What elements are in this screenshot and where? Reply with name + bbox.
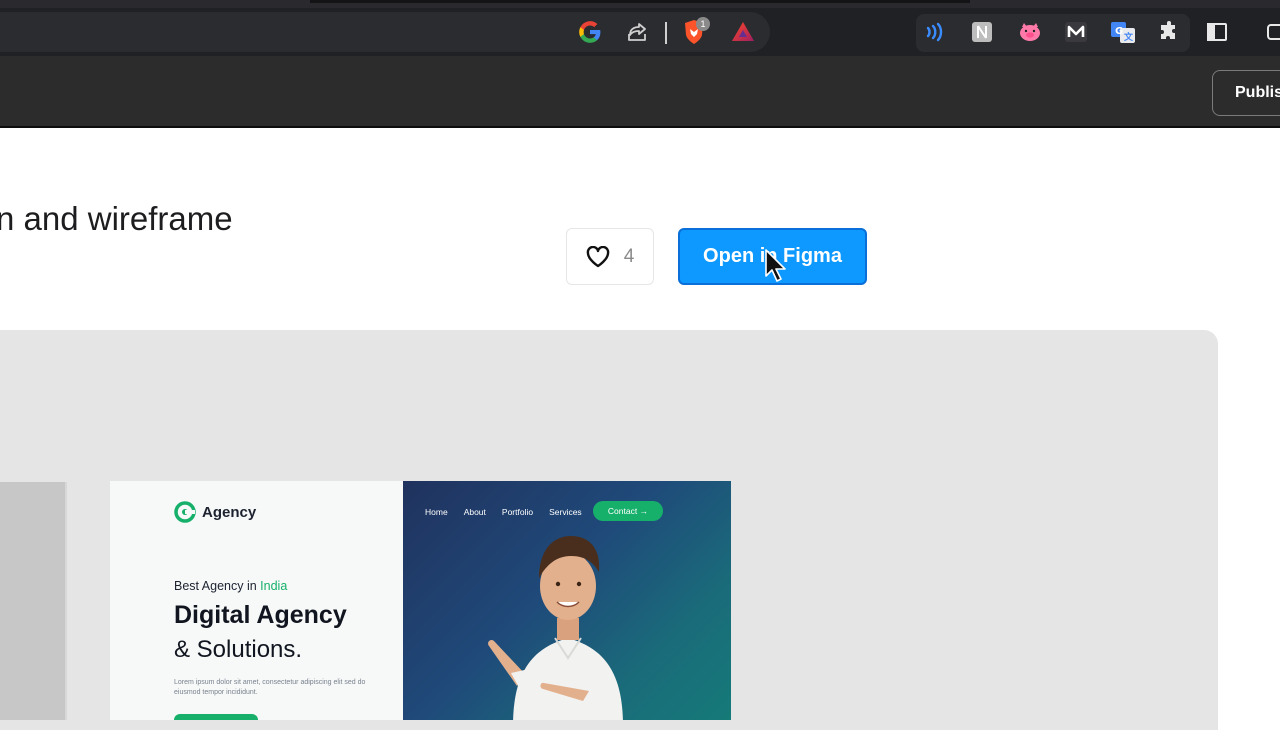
thumbnail-right-panel: Home About Portfolio Services Contact → <box>403 481 731 720</box>
mouse-cursor-icon <box>765 249 786 282</box>
brave-shields-icon[interactable]: 1 <box>678 16 710 48</box>
brave-rewards-icon[interactable] <box>727 16 759 48</box>
nav-home: Home <box>425 507 448 517</box>
heart-icon <box>586 245 609 267</box>
previous-thumbnail[interactable] <box>0 482 67 720</box>
nav-services: Services <box>549 507 582 517</box>
translate-extension-icon[interactable]: G 文 <box>1107 16 1139 48</box>
sidebar-icon[interactable] <box>1201 16 1233 48</box>
thumbnail-nav: Home About Portfolio Services <box>425 507 582 517</box>
tagline-highlight: India <box>260 579 288 593</box>
agency-logo: Agency <box>174 501 256 523</box>
hero-description: Lorem ipsum dolor sit amet, consectetur … <box>174 679 366 696</box>
svg-text:G: G <box>1115 26 1123 37</box>
address-bar[interactable] <box>0 12 770 52</box>
google-icon[interactable] <box>574 16 606 48</box>
shields-badge: 1 <box>696 17 710 31</box>
browser-toolbar: 1 G 文 <box>0 8 1280 56</box>
tagline-prefix: Best Agency in <box>174 579 261 593</box>
notion-extension-icon[interactable] <box>966 16 998 48</box>
m-extension-icon[interactable] <box>1060 16 1092 48</box>
agency-logo-icon <box>174 501 196 523</box>
puzzle-icon[interactable] <box>1154 16 1186 48</box>
contact-button: Contact → <box>593 501 663 521</box>
tagline: Best Agency in India <box>174 579 287 593</box>
like-count: 4 <box>623 245 635 267</box>
nav-about: About <box>463 507 486 517</box>
logo-text: Agency <box>202 503 257 521</box>
browser-tab-strip <box>0 0 1280 8</box>
extensions-group <box>916 14 1190 52</box>
publish-button[interactable]: Publis <box>1212 70 1280 116</box>
hero-cta-button <box>174 714 258 720</box>
svg-text:文: 文 <box>1123 31 1134 43</box>
figma-header: Publis <box>0 56 1280 128</box>
nav-portfolio: Portfolio <box>501 507 534 517</box>
like-button[interactable]: 4 <box>566 228 654 285</box>
pig-extension-icon[interactable] <box>1014 16 1046 48</box>
hero-person-illustration <box>488 536 623 720</box>
page-title: n and wireframe <box>0 200 233 237</box>
preview-thumbnail[interactable]: Agency Best Agency in India Digital Agen… <box>110 481 731 720</box>
share-icon[interactable] <box>621 16 653 48</box>
wave-extension-icon[interactable] <box>918 16 950 48</box>
hero-subheading: & Solutions. <box>174 636 303 663</box>
wallet-icon[interactable] <box>1256 16 1280 48</box>
active-tab[interactable] <box>310 0 970 3</box>
hero-heading: Digital Agency <box>174 601 347 629</box>
toolbar-separator <box>665 22 667 44</box>
thumbnail-left-panel: Agency Best Agency in India Digital Agen… <box>110 481 403 720</box>
